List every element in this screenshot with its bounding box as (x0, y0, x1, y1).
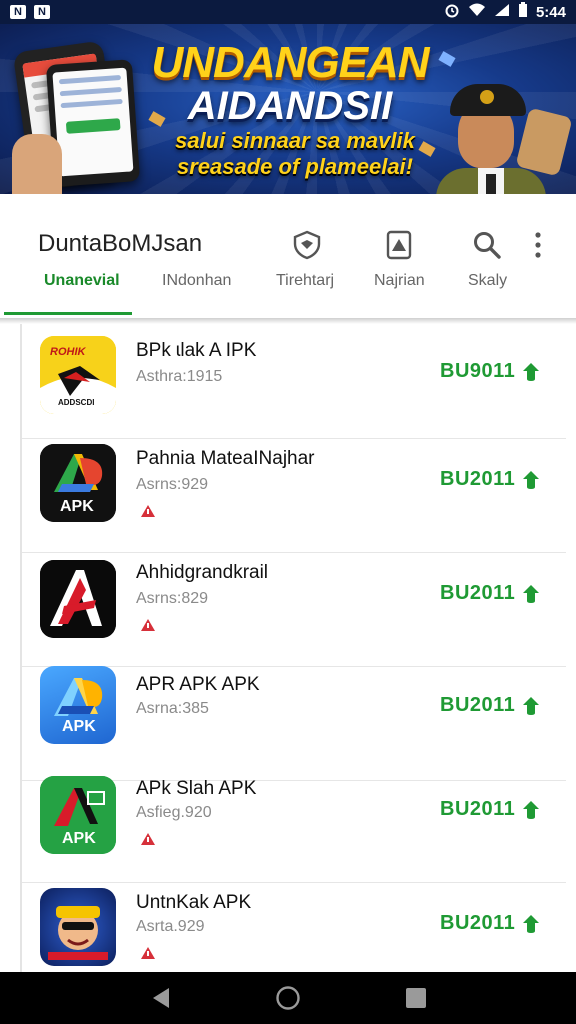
wifi-icon (468, 3, 486, 21)
shield-icon[interactable] (290, 228, 324, 262)
install-button[interactable]: BU2011 (440, 798, 541, 821)
app-name: UntnKak APK (136, 892, 252, 913)
download-icon (523, 800, 540, 819)
banner-subtitle: sreasade of plameelai! (176, 154, 413, 179)
app-name: APR APK APK (136, 674, 260, 695)
brand-yellow-icon: ROHIK ADDSCDI (40, 336, 116, 414)
install-button[interactable]: BU9011 (440, 360, 541, 383)
tab-indonhan[interactable]: INdonhan (162, 272, 231, 290)
home-icon[interactable] (274, 984, 302, 1012)
app-name: APk Slah APK (136, 778, 257, 799)
warning-icon (141, 947, 155, 959)
notification-icon: N (10, 5, 26, 19)
notification-icon: N (34, 5, 50, 19)
back-icon[interactable] (146, 984, 174, 1012)
icon-brand-text: ROHIK (50, 346, 86, 358)
app-name: Pahnia MateaINajhar (136, 448, 315, 469)
app-size: Asthra:1915 (136, 368, 223, 385)
list-item[interactable]: APK APR APK APK Asrna:385 BU2011 (22, 666, 566, 781)
icon-brand-text: ADDSCDI (58, 398, 95, 407)
install-button[interactable]: BU2011 (440, 694, 541, 717)
app-size: Asrns:929 (136, 476, 209, 493)
apk-green-icon: APK (40, 776, 116, 854)
icon-apk-text: APK (60, 498, 94, 515)
status-left: N N (10, 5, 50, 19)
app-list: ROHIK ADDSCDI BPk ɩlak A IPK Asthra:1915… (20, 324, 576, 972)
download-icon (523, 696, 540, 715)
list-item[interactable]: Ahhidgrandkrail Asrns:829 BU2011 (22, 552, 566, 667)
page-title: DuntaBoMJsan (38, 230, 203, 257)
install-label: BU2011 (440, 912, 516, 934)
icon-apk-text: APK (62, 830, 96, 847)
icon-apk-text: APK (62, 718, 96, 735)
search-icon[interactable] (470, 228, 504, 262)
tab-indicator (4, 312, 132, 315)
install-button[interactable]: BU2011 (440, 582, 541, 605)
alarm-icon (444, 2, 460, 22)
app-size: Asfieg.920 (136, 804, 212, 821)
tab-unanevial[interactable]: Unanevial (44, 272, 120, 290)
hand-image (12, 134, 62, 194)
install-label: BU2011 (440, 798, 516, 820)
promo-banner[interactable]: UNDANGEAN AIDANDSII salui sinnaar sa mav… (0, 24, 576, 194)
app-size: Asrna:385 (136, 700, 209, 717)
banner-title: UNDANGEAN (151, 38, 430, 87)
battery-icon (518, 2, 528, 22)
banner-subtitle: salui sinnaar sa mavlik (175, 128, 415, 153)
app-name: Ahhidgrandkrail (136, 562, 269, 583)
install-label: BU2011 (440, 468, 516, 490)
download-icon (523, 362, 540, 381)
recents-icon[interactable] (402, 984, 430, 1012)
status-right: 5:44 (444, 2, 566, 22)
install-button[interactable]: BU2011 (440, 912, 541, 935)
list-item[interactable]: ROHIK ADDSCDI BPk ɩlak A IPK Asthra:1915… (22, 324, 566, 439)
tab-skaly[interactable]: Skaly (468, 272, 507, 290)
more-vert-icon[interactable] (528, 228, 548, 262)
signal-icon (494, 3, 510, 21)
warning-icon (141, 505, 155, 517)
list-item[interactable]: APK Pahnia MateaINajhar Asrns:929 BU2011 (22, 438, 566, 553)
navigation-bar (0, 972, 576, 1024)
warning-icon (141, 619, 155, 631)
app-name: BPk ɩlak A IPK (136, 340, 257, 361)
app-size: Asrns:829 (136, 590, 209, 607)
install-button[interactable]: BU2011 (440, 468, 541, 491)
card-icon[interactable] (382, 228, 416, 262)
status-time: 5:44 (535, 3, 566, 21)
install-label: BU9011 (440, 360, 516, 382)
warning-icon (141, 833, 155, 845)
install-label: BU2011 (440, 694, 516, 716)
download-icon (523, 914, 540, 933)
apk-blue-icon: APK (40, 666, 116, 744)
tab-bar: Unanevial INdonhan Tirehtarj Najrian Ska… (0, 264, 576, 316)
mascot-icon (40, 888, 116, 966)
download-icon (523, 470, 540, 489)
status-bar: N N 5:44 (0, 0, 576, 24)
banner-title: AIDANDSII (187, 84, 393, 128)
app-header: DuntaBoMJsan Unanevial INdonhan Tirehtar… (0, 194, 576, 320)
tab-najrian[interactable]: Najrian (374, 272, 425, 290)
apk-rainbow-icon: APK (40, 444, 116, 522)
list-item[interactable]: APK APk Slah APK Asfieg.920 BU2011 (22, 768, 566, 883)
apk-red-black-icon (40, 560, 116, 638)
tab-tirehtarj[interactable]: Tirehtarj (276, 272, 334, 290)
install-label: BU2011 (440, 582, 516, 604)
app-size: Asrta.929 (136, 918, 205, 935)
download-icon (523, 584, 540, 603)
